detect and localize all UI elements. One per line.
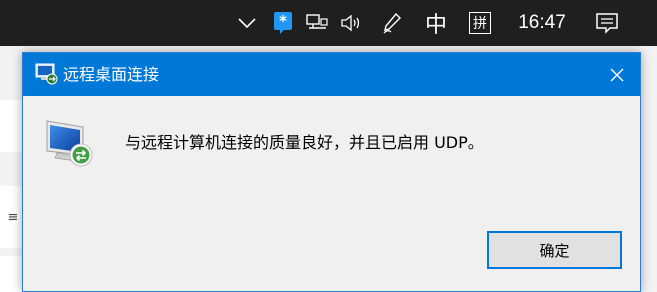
dialog-body: 与远程计算机连接的质量良好，并且已启用 UDP。 确定 — [23, 96, 640, 291]
chevron-up-icon[interactable] — [234, 0, 260, 46]
volume-icon[interactable] — [338, 0, 366, 46]
dialog-title: 远程桌面连接 — [63, 65, 160, 84]
close-button[interactable] — [594, 53, 640, 96]
action-center-icon[interactable] — [590, 0, 624, 46]
app-tray-icon[interactable]: * — [270, 0, 296, 46]
ime-mode-indicator[interactable]: 拼 — [466, 0, 494, 46]
rdp-dialog: 远程桌面连接 与远程计算机连接的质量良好，并且已启用 UDP。 确定 — [22, 52, 641, 292]
remote-desktop-computer-icon — [45, 117, 95, 169]
ok-button-label: 确定 — [539, 241, 570, 260]
close-icon — [610, 68, 624, 81]
ime-mode-label: 拼 — [469, 12, 491, 34]
clock[interactable]: 16:47 — [510, 0, 574, 46]
dialog-message: 与远程计算机连接的质量良好，并且已启用 UDP。 — [125, 133, 484, 152]
pen-icon[interactable] — [380, 0, 404, 46]
svg-text:*: * — [279, 12, 287, 30]
remote-desktop-icon — [35, 63, 59, 85]
ok-button[interactable]: 确定 — [487, 231, 622, 269]
network-icon[interactable] — [304, 0, 332, 46]
clock-time: 16:47 — [518, 12, 566, 33]
ime-language-indicator[interactable]: 中 — [418, 0, 454, 46]
ime-language-label: 中 — [424, 13, 447, 38]
list-icon: ≡ — [7, 209, 19, 225]
taskbar: * 中 拼 16:47 — [0, 0, 657, 46]
dialog-titlebar[interactable]: 远程桌面连接 — [23, 53, 640, 96]
